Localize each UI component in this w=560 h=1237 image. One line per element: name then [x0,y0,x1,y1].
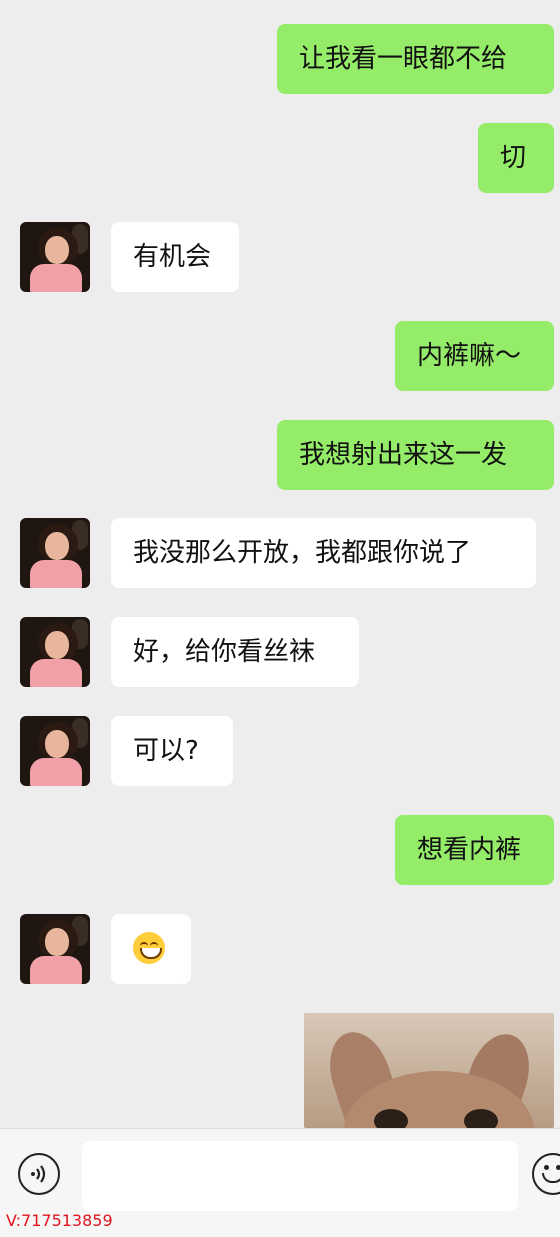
message-bubble[interactable]: 可以? [111,716,233,786]
message-bubble[interactable]: 让我看一眼都不给 [277,24,554,94]
grinning-face-emoji-icon [133,931,165,964]
message-text: 可以? [133,736,199,766]
message-bubble[interactable]: 切 [478,123,554,193]
avatar[interactable] [20,222,90,292]
message-bubble[interactable] [111,914,191,984]
message-input[interactable] [82,1141,518,1211]
message-bubble[interactable]: 我没那么开放，我都跟你说了 [111,518,536,588]
avatar[interactable] [20,617,90,687]
avatar[interactable] [20,914,90,984]
message-bubble[interactable]: 我想射出来这一发 [277,420,554,490]
voice-icon[interactable] [18,1153,60,1195]
message-text: 我没那么开放，我都跟你说了 [133,538,472,568]
avatar[interactable] [20,518,90,588]
message-text: 我想射出来这一发 [299,440,508,470]
chat-message-list[interactable]: 让我看一眼都不给 切 有机会 内裤嘛～ 我想射出来这一发 我没那么开放，我都跟你… [0,0,560,1128]
watermark: V:717513859 [6,1211,113,1230]
emoji-icon[interactable] [532,1153,560,1195]
message-text: 好，给你看丝袜 [133,637,316,667]
message-text: 让我看一眼都不给 [299,44,508,74]
message-bubble[interactable]: 有机会 [111,222,239,292]
message-text: 切 [500,143,527,173]
message-bubble[interactable]: 想看内裤 [395,815,554,885]
message-bubble[interactable]: 内裤嘛～ [395,321,554,391]
message-text: 想看内裤 [417,835,522,865]
message-text: 内裤嘛～ [417,341,522,371]
message-bubble[interactable]: 好，给你看丝袜 [111,617,359,687]
avatar[interactable] [20,716,90,786]
message-text: 有机会 [133,242,212,272]
cat-photo-image[interactable] [304,1013,554,1128]
